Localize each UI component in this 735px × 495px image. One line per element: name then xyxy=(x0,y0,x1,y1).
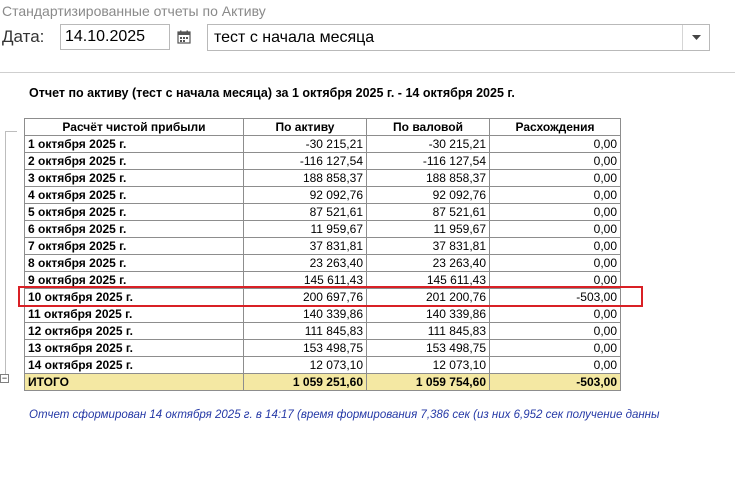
asset-value: -116 127,54 xyxy=(243,152,367,170)
discrepancy-value: 0,00 xyxy=(489,322,621,340)
asset-value: 92 092,76 xyxy=(243,186,367,204)
table-row[interactable]: 12 октября 2025 г. 111 845,83 111 845,83… xyxy=(24,322,621,340)
table-row[interactable]: 11 октября 2025 г. 140 339,86 140 339,86… xyxy=(24,305,621,323)
total-asset-value: 1 059 251,60 xyxy=(243,373,367,391)
calendar-icon xyxy=(177,30,191,44)
total-gross-value: 1 059 754,60 xyxy=(366,373,490,391)
discrepancy-value: 0,00 xyxy=(489,305,621,323)
group-bracket-tick xyxy=(5,131,17,132)
discrepancy-value: 0,00 xyxy=(489,339,621,357)
row-date: 11 октября 2025 г. xyxy=(24,305,244,323)
row-date: 4 октября 2025 г. xyxy=(24,186,244,204)
asset-value: 11 959,67 xyxy=(243,220,367,238)
gross-value: 11 959,67 xyxy=(366,220,490,238)
table-row[interactable]: 7 октября 2025 г. 37 831,81 37 831,81 0,… xyxy=(24,237,621,255)
report-table: Расчёт чистой прибыли По активу По валов… xyxy=(24,118,621,391)
row-date: 5 октября 2025 г. xyxy=(24,203,244,221)
table-row[interactable]: 2 октября 2025 г. -116 127,54 -116 127,5… xyxy=(24,152,621,170)
row-date: 3 октября 2025 г. xyxy=(24,169,244,187)
row-date: 7 октября 2025 г. xyxy=(24,237,244,255)
table-row[interactable]: 13 октября 2025 г. 153 498,75 153 498,75… xyxy=(24,339,621,357)
window-title: Стандартизированные отчеты по Активу xyxy=(2,3,266,19)
row-date: 1 октября 2025 г. xyxy=(24,135,244,153)
group-collapse-toggle[interactable]: − xyxy=(0,374,9,383)
asset-value: 12 073,10 xyxy=(243,356,367,374)
column-header: Расхождения xyxy=(489,118,621,136)
gross-value: 37 831,81 xyxy=(366,237,490,255)
chevron-down-icon xyxy=(691,34,701,40)
period-select-value: тест с начала месяца xyxy=(214,29,375,46)
table-row[interactable]: 14 октября 2025 г. 12 073,10 12 073,10 0… xyxy=(24,356,621,374)
asset-value: 87 521,61 xyxy=(243,203,367,221)
asset-value: 140 339,86 xyxy=(243,305,367,323)
report-footer-note: Отчет сформирован 14 октября 2025 г. в 1… xyxy=(29,409,660,421)
discrepancy-value: 0,00 xyxy=(489,203,621,221)
gross-value: -116 127,54 xyxy=(366,152,490,170)
asset-value: 37 831,81 xyxy=(243,237,367,255)
gross-value: 111 845,83 xyxy=(366,322,490,340)
period-dropdown-button[interactable] xyxy=(682,25,709,50)
table-row[interactable]: 5 октября 2025 г. 87 521,61 87 521,61 0,… xyxy=(24,203,621,221)
table-row[interactable]: 8 октября 2025 г. 23 263,40 23 263,40 0,… xyxy=(24,254,621,272)
discrepancy-highlight-box xyxy=(18,286,643,307)
discrepancy-value: 0,00 xyxy=(489,237,621,255)
discrepancy-value: 0,00 xyxy=(489,186,621,204)
row-date: 12 октября 2025 г. xyxy=(24,322,244,340)
gross-value: 12 073,10 xyxy=(366,356,490,374)
discrepancy-value: 0,00 xyxy=(489,254,621,272)
date-field[interactable]: 14.10.2025 xyxy=(60,24,170,50)
discrepancy-value: 0,00 xyxy=(489,220,621,238)
column-header: По валовой xyxy=(366,118,490,136)
table-row[interactable]: 6 октября 2025 г. 11 959,67 11 959,67 0,… xyxy=(24,220,621,238)
period-select[interactable]: тест с начала месяца xyxy=(207,24,710,51)
column-header: По активу xyxy=(243,118,367,136)
discrepancy-value: 0,00 xyxy=(489,356,621,374)
gross-value: 87 521,61 xyxy=(366,203,490,221)
row-date: 6 октября 2025 г. xyxy=(24,220,244,238)
column-header: Расчёт чистой прибыли xyxy=(24,118,244,136)
gross-value: 188 858,37 xyxy=(366,169,490,187)
asset-value: 153 498,75 xyxy=(243,339,367,357)
row-date: 2 октября 2025 г. xyxy=(24,152,244,170)
discrepancy-value: 0,00 xyxy=(489,135,621,153)
row-date: 13 октября 2025 г. xyxy=(24,339,244,357)
gross-value: 153 498,75 xyxy=(366,339,490,357)
asset-value: 188 858,37 xyxy=(243,169,367,187)
total-row[interactable]: ИТОГО 1 059 251,60 1 059 754,60 -503,00 xyxy=(24,373,621,391)
table-header-row: Расчёт чистой прибыли По активу По валов… xyxy=(24,118,621,136)
table-row[interactable]: 4 октября 2025 г. 92 092,76 92 092,76 0,… xyxy=(24,186,621,204)
discrepancy-value: 0,00 xyxy=(489,152,621,170)
discrepancy-value: 0,00 xyxy=(489,169,621,187)
row-date: 14 октября 2025 г. xyxy=(24,356,244,374)
toolbar-divider xyxy=(0,72,735,73)
date-label: Дата: xyxy=(2,27,45,46)
asset-value: -30 215,21 xyxy=(243,135,367,153)
table-row[interactable]: 1 октября 2025 г. -30 215,21 -30 215,21 … xyxy=(24,135,621,153)
gross-value: -30 215,21 xyxy=(366,135,490,153)
gross-value: 23 263,40 xyxy=(366,254,490,272)
gross-value: 140 339,86 xyxy=(366,305,490,323)
table-row[interactable]: 3 октября 2025 г. 188 858,37 188 858,37 … xyxy=(24,169,621,187)
asset-value: 23 263,40 xyxy=(243,254,367,272)
group-bracket-line xyxy=(5,131,6,379)
gross-value: 92 092,76 xyxy=(366,186,490,204)
row-date: 8 октября 2025 г. xyxy=(24,254,244,272)
date-picker-button[interactable] xyxy=(172,24,196,50)
total-discrepancy-value: -503,00 xyxy=(489,373,621,391)
asset-value: 111 845,83 xyxy=(243,322,367,340)
report-title: Отчет по активу (тест с начала месяца) з… xyxy=(29,86,515,100)
total-label: ИТОГО xyxy=(24,373,244,391)
